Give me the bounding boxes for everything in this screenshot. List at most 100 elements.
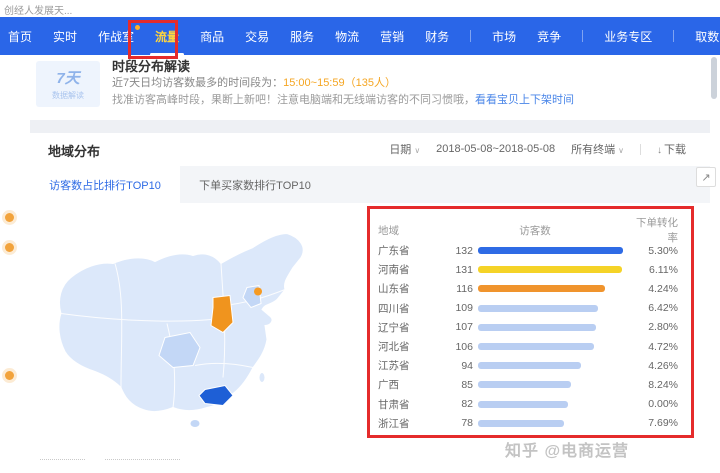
nav-item-财务[interactable]: 财务 [425,28,449,45]
nav-item-实时[interactable]: 实时 [53,28,77,45]
table-row[interactable]: 辽宁省1072.80% [378,318,678,337]
tab-visitor-ranking[interactable]: 访客数占比排行TOP10 [30,166,180,203]
section-separator [30,120,710,133]
date-range-value[interactable]: 2018-05-08~2018-05-08 [436,143,555,155]
visitor-bar-fill [478,285,605,292]
visitor-bar [478,401,628,408]
visitor-bar-fill [478,324,596,331]
visitor-count: 131 [442,264,478,276]
nav-item-首页[interactable]: 首页 [8,28,32,45]
side-marker-dot [5,243,14,252]
chevron-down-icon: ∨ [618,146,624,155]
region-name: 辽宁省 [378,320,442,335]
footer-hint-line [40,459,85,460]
side-marker-dot [5,213,14,222]
insight-peak-time: 15:00~15:59（135人） [283,77,396,89]
tab-buyer-ranking[interactable]: 下单买家数排行TOP10 [180,166,330,203]
table-row[interactable]: 广东省1325.30% [378,241,678,260]
nav-item-竞争[interactable]: 竞争 [537,28,561,45]
conversion-rate: 4.24% [628,283,678,295]
map-landmass [59,234,303,412]
visitor-ranking-table: 地域 访客数 下单转化率 广东省1325.30%河南省1316.11%山东省11… [378,215,678,433]
table-row[interactable]: 河北省1064.72% [378,337,678,356]
region-name: 广西 [378,377,442,392]
nav-item-交易[interactable]: 交易 [245,28,269,45]
nav-item-物流[interactable]: 物流 [335,28,359,45]
table-row[interactable]: 河南省1316.11% [378,260,678,279]
region-name: 山东省 [378,281,442,296]
visitor-bar-fill [478,305,598,312]
nav-items: 首页实时作战室流量商品交易服务物流营销财务市场竞争业务专区取数学院 [8,28,720,45]
visitor-bar-fill [478,381,571,388]
insight-badge-card: 7天 数据解读 [36,61,100,107]
scrollbar-thumb[interactable] [711,57,717,99]
nav-item-商品[interactable]: 商品 [200,28,224,45]
table-header-row: 地域 访客数 下单转化率 [378,215,678,241]
region-name: 四川省 [378,301,442,316]
app-window: 创经人发展天... 首页 实时 作战室 流量 商品 交易 服务 物流 营销 财务 市场 竞争 业务专区 取… [0,0,720,473]
map-marker-orange [254,288,262,296]
visitor-count: 106 [442,341,478,353]
table-row[interactable]: 四川省109 6.42% [378,299,678,318]
visitor-bar [478,305,628,312]
browser-top-strip: 创经人发展天... [0,0,720,17]
visitor-bar [478,324,628,331]
side-marker-dot [5,371,14,380]
col-header-region: 地域 [378,223,442,238]
download-button[interactable]: ↓下载 [657,141,686,157]
nav-item-取数[interactable]: 取数 [695,28,719,45]
nav-item-作战室[interactable]: 作战室 [98,28,134,45]
visitor-bar-fill [478,266,622,273]
watermark: 知乎 @电商运营 [505,437,629,461]
visitor-bar [478,381,628,388]
conversion-rate: 6.42% [628,302,678,314]
nav-divider [582,30,583,42]
tab-title: 创经人发展天... [4,2,72,17]
nav-item-服务[interactable]: 服务 [290,28,314,45]
hainan-island[interactable] [190,420,200,428]
visitor-bar-fill [478,401,568,408]
taiwan-island[interactable] [259,373,265,383]
region-name: 浙江省 [378,416,442,431]
download-icon: ↓ [657,145,662,156]
table-row[interactable]: 广西85 8.24% [378,375,678,394]
nav-item-业务专区[interactable]: 业务专区 [604,28,652,45]
region-name: 河北省 [378,339,442,354]
visitor-count: 78 [442,417,478,429]
visitor-count: 132 [442,245,478,257]
terminal-dropdown[interactable]: 所有终端∨ [571,141,624,157]
insight-line2: 找准访客高峰时段，果断上新吧！注意电脑端和无线端访客的不同习惯哦，看看宝贝上下架… [112,91,574,107]
table-row[interactable]: 甘肃省820.00% [378,395,678,414]
nav-item-营销[interactable]: 营销 [380,28,404,45]
visitor-count: 85 [442,379,478,391]
insight-title: 时段分布解读 [112,56,190,75]
visitor-count: 107 [442,321,478,333]
visitor-bar [478,420,628,427]
china-map[interactable] [55,225,365,435]
visitor-bar-fill [478,362,581,369]
main-navbar: 首页实时作战室流量商品交易服务物流营销财务市场竞争业务专区取数学院 亮点 [0,17,720,55]
insight-link[interactable]: 看看宝贝上下架时间 [475,94,574,106]
date-dropdown[interactable]: 日期∨ [389,141,420,157]
conversion-rate: 8.24% [628,379,678,391]
nav-item-流量[interactable]: 流量 [155,28,179,45]
table-row[interactable]: 江苏省944.26% [378,356,678,375]
badge-days-label: 7天 [36,67,100,88]
footer-hint-line [105,459,180,460]
conversion-rate: 5.30% [628,245,678,257]
visitor-bar [478,266,628,273]
visitor-count: 109 [442,302,478,314]
table-row[interactable]: 浙江省787.69% [378,414,678,433]
conversion-rate: 0.00% [628,398,678,410]
nav-divider [673,30,674,42]
visitor-bar-fill [478,420,564,427]
conversion-rate: 4.26% [628,360,678,372]
new-badge-dot [135,25,140,30]
region-section-title: 地域分布 [48,141,100,160]
region-controls: 日期∨ 2018-05-08~2018-05-08 所有终端∨ ↓下载 [389,141,686,157]
nav-item-市场[interactable]: 市场 [492,28,516,45]
table-row[interactable]: 山东省1164.24% [378,279,678,298]
expand-button[interactable]: ↗ [696,167,716,187]
insight-line1-text: 近7天日均访客数最多的时间段为： [112,77,283,89]
col-header-rate: 下单转化率 [628,215,678,245]
